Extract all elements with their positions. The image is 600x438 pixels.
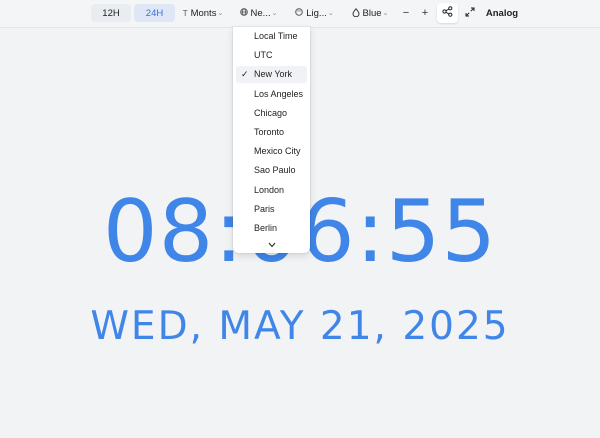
color-select-label: Blue <box>362 7 382 19</box>
decrease-size-button[interactable]: − <box>398 4 414 22</box>
format-12h-button[interactable]: 12H <box>91 4 131 22</box>
palette-icon <box>295 8 304 18</box>
timezone-option[interactable]: ✓ New York <box>236 66 307 84</box>
chevron-down-icon <box>268 242 275 248</box>
font-select[interactable]: T Monts ⌄ <box>179 4 227 22</box>
timezone-option-label: Paris <box>254 203 275 214</box>
timezone-option[interactable]: London <box>236 182 307 199</box>
timezone-option-label: UTC <box>254 50 273 61</box>
chevron-down-icon: ⌄ <box>271 10 278 17</box>
share-button[interactable] <box>437 3 458 23</box>
timezone-option[interactable]: Local Time <box>236 28 307 45</box>
timezone-option-label: Toronto <box>254 127 285 137</box>
timezone-option-label: Local Time <box>254 31 298 41</box>
timezone-option[interactable]: Los Angeles <box>236 86 307 103</box>
chevron-down-icon: ⌄ <box>217 10 224 17</box>
scroll-more-button[interactable] <box>233 240 310 250</box>
globe-icon <box>239 8 248 18</box>
color-select[interactable]: Blue ⌄ <box>345 4 395 22</box>
timezone-option[interactable]: Mexico City <box>236 143 307 160</box>
timezone-dropdown: Local Time UTC ✓ New York Los Angeles Chicago… <box>233 27 310 253</box>
text-icon: T <box>182 8 188 18</box>
timezone-option[interactable]: UTC <box>236 47 307 64</box>
timezone-select[interactable]: Ne... ⌄ <box>233 4 284 22</box>
fullscreen-button[interactable] <box>461 4 478 22</box>
timezone-select-label: Ne... <box>250 7 271 19</box>
timezone-option-label: Los Angeles <box>254 88 304 99</box>
timezone-option-label: Berlin <box>254 223 278 233</box>
timezone-option[interactable]: Sao Paulo <box>236 162 307 179</box>
format-24h-button[interactable]: 24H <box>134 4 175 22</box>
expand-icon <box>465 7 475 20</box>
font-select-label: Monts <box>190 7 217 19</box>
droplet-icon <box>352 7 360 19</box>
timezone-option-label: Chicago <box>254 107 288 118</box>
share-icon <box>442 6 453 20</box>
timezone-option[interactable]: Toronto <box>236 124 307 141</box>
timezone-option[interactable]: Chicago <box>236 105 307 122</box>
timezone-option-label: Sao Paulo <box>254 165 296 176</box>
theme-select[interactable]: Lig... ⌄ <box>289 4 340 22</box>
chevron-down-icon: ⌄ <box>327 10 334 17</box>
chevron-down-icon: ⌄ <box>382 10 389 17</box>
timezone-option[interactable]: Paris <box>236 201 307 218</box>
clock-date: WED, MAY 21, 2025 <box>90 304 510 349</box>
timezone-option-label: London <box>254 184 285 195</box>
theme-select-label: Lig... <box>306 7 327 19</box>
check-icon: ✓ <box>241 69 249 80</box>
increase-size-button[interactable]: + <box>417 4 433 22</box>
analog-button[interactable]: Analog <box>482 4 522 22</box>
toolbar: 12H 24H T Monts ⌄ Ne... ⌄ Lig... ⌄ Blue … <box>0 0 600 28</box>
timezone-option-label: New York <box>254 69 293 80</box>
timezone-option-label: Mexico City <box>254 146 301 157</box>
timezone-option[interactable]: Berlin <box>236 220 307 237</box>
